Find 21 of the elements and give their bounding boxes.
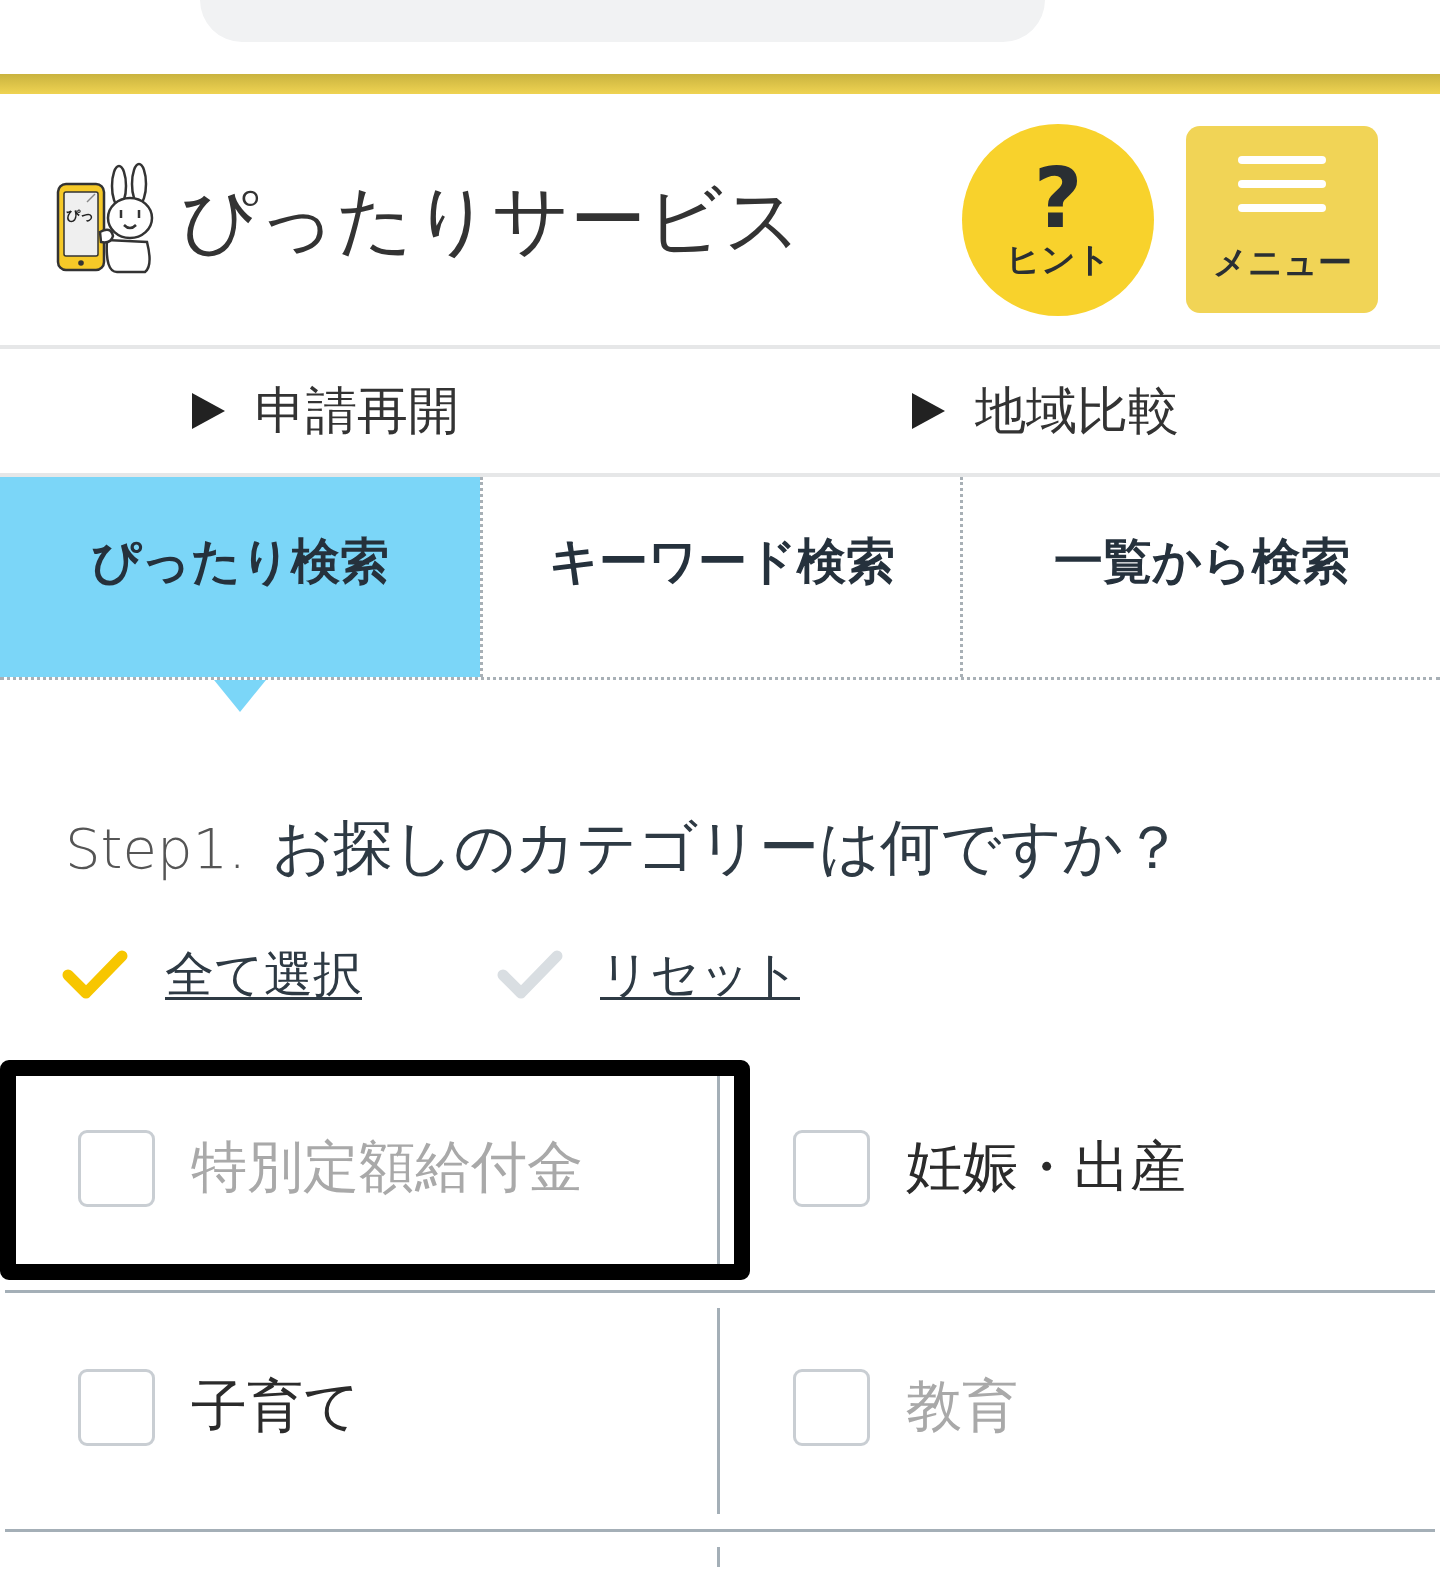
triangle-icon: [912, 393, 945, 429]
nav-link[interactable]: 地域比較: [912, 376, 1179, 446]
check-icon: [62, 949, 128, 1001]
menu-icon: [1238, 156, 1326, 213]
nav-link[interactable]: 申請再開: [192, 376, 459, 446]
hint-button[interactable]: ? ヒント: [962, 123, 1154, 316]
search-tab[interactable]: ぴったり検索: [0, 477, 480, 677]
checkbox[interactable]: [78, 1368, 155, 1446]
triangle-icon: [192, 393, 225, 429]
category-label[interactable]: 子育て: [191, 1369, 360, 1445]
action-link[interactable]: リセット: [600, 942, 800, 1008]
checkbox[interactable]: [793, 1129, 870, 1207]
service-title: ぴったりサービス: [180, 177, 802, 262]
category-label[interactable]: 妊娠・出産: [906, 1130, 1186, 1206]
action-link[interactable]: 全て選択: [165, 942, 362, 1008]
logo-screen-text: ぴっ: [66, 208, 94, 222]
menu-button[interactable]: メニュー: [1186, 126, 1378, 313]
step-question: お探しのカテゴリーは何ですか？: [271, 810, 1183, 884]
step-label: Step1.: [65, 815, 246, 881]
check-icon: [497, 949, 563, 1001]
pointer-icon: [214, 680, 266, 712]
